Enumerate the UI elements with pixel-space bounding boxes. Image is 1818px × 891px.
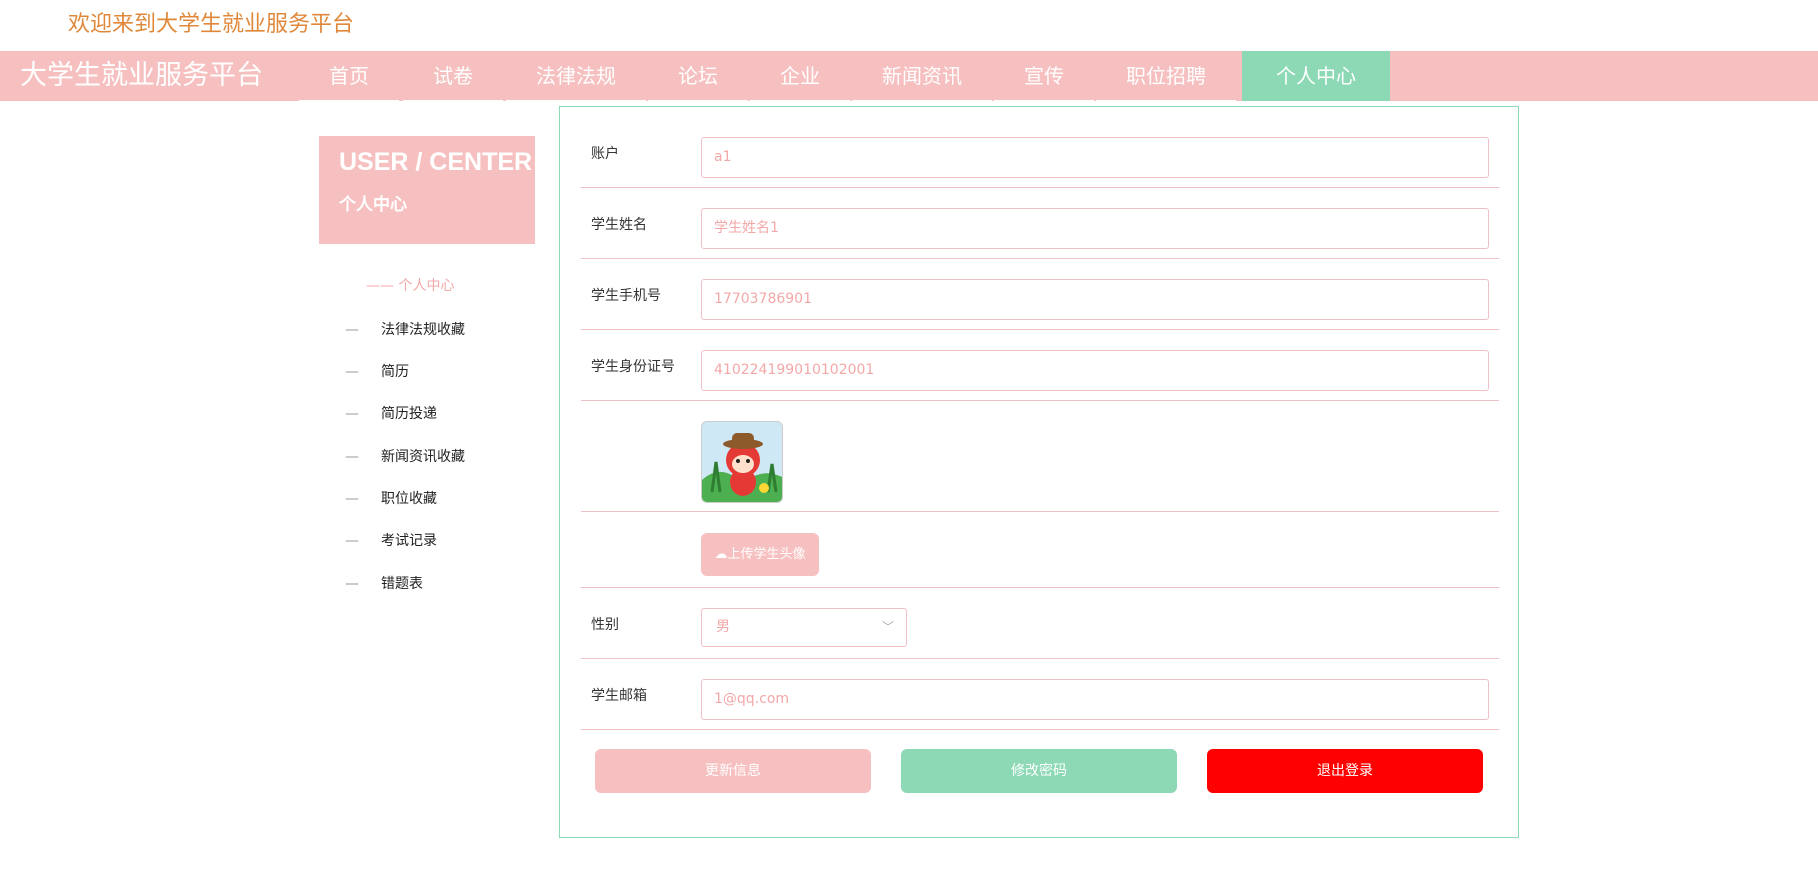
name-input[interactable]: 学生姓名1 bbox=[701, 208, 1489, 249]
email-input[interactable]: 1@qq.com bbox=[701, 679, 1489, 720]
dash-icon: — bbox=[345, 322, 359, 338]
form-row-idcard: 学生身份证号 410224199010102001 bbox=[581, 330, 1499, 401]
nav-underline bbox=[403, 100, 503, 101]
nav-underline bbox=[299, 100, 399, 101]
nav-underline bbox=[506, 100, 646, 101]
nav-jobs[interactable]: 职位招聘 bbox=[1096, 51, 1236, 101]
sidebar-item-label: 考试记录 bbox=[381, 533, 437, 549]
idcard-label: 学生身份证号 bbox=[591, 359, 675, 375]
sidebar-item-law-favorites[interactable]: — 法律法规收藏 bbox=[345, 319, 465, 339]
name-label: 学生姓名 bbox=[591, 217, 647, 233]
cloud-upload-icon: ☁ bbox=[714, 547, 728, 562]
sidebar-item-resume-delivery[interactable]: — 简历投递 bbox=[345, 403, 437, 423]
nav-law[interactable]: 法律法规 bbox=[506, 51, 646, 101]
welcome-text: 欢迎来到大学生就业服务平台 bbox=[68, 12, 355, 37]
nav-publicity[interactable]: 宣传 bbox=[994, 51, 1094, 101]
sidebar-title-en: USER / CENTER bbox=[339, 148, 533, 176]
dash-icon: — bbox=[345, 406, 359, 422]
form-row-gender: 性别 男 ﹀ bbox=[581, 588, 1499, 659]
nav-underline bbox=[994, 100, 1094, 101]
nav-forum[interactable]: 论坛 bbox=[648, 51, 748, 101]
form-row-phone: 学生手机号 17703786901 bbox=[581, 259, 1499, 330]
dash-icon: — bbox=[345, 364, 359, 380]
upload-avatar-button[interactable]: ☁上传学生头像 bbox=[701, 533, 819, 576]
phone-label: 学生手机号 bbox=[591, 288, 661, 304]
nav-exam[interactable]: 试卷 bbox=[403, 51, 503, 101]
nav-underline bbox=[648, 100, 748, 101]
gender-label: 性别 bbox=[591, 617, 619, 633]
change-password-button[interactable]: 修改密码 bbox=[901, 749, 1177, 793]
dash-icon: — bbox=[345, 491, 359, 507]
nav-news[interactable]: 新闻资讯 bbox=[852, 51, 992, 101]
chevron-down-icon: ﹀ bbox=[881, 620, 894, 634]
form-row-avatar bbox=[581, 401, 1499, 512]
nav-enterprise[interactable]: 企业 bbox=[750, 51, 850, 101]
form-row-email: 学生邮箱 1@qq.com bbox=[581, 659, 1499, 730]
dash-icon: — bbox=[345, 576, 359, 592]
brand-title: 大学生就业服务平台 bbox=[20, 60, 263, 91]
sidebar-current-item[interactable]: —— 个人中心 bbox=[366, 275, 454, 295]
email-label: 学生邮箱 bbox=[591, 688, 647, 704]
sidebar-item-wrong-questions[interactable]: — 错题表 bbox=[345, 573, 423, 593]
gender-value: 男 bbox=[716, 619, 730, 635]
form-row-upload: ☁上传学生头像 bbox=[581, 512, 1499, 588]
phone-input[interactable]: 17703786901 bbox=[701, 279, 1489, 320]
sidebar-item-label: 错题表 bbox=[381, 576, 423, 592]
account-label: 账户 bbox=[591, 146, 619, 162]
form-row-account: 账户 a1 bbox=[581, 107, 1499, 188]
update-info-button[interactable]: 更新信息 bbox=[595, 749, 871, 793]
nav-underline bbox=[852, 100, 992, 101]
sidebar-item-label: 法律法规收藏 bbox=[381, 322, 465, 338]
account-input[interactable]: a1 bbox=[701, 137, 1489, 178]
dash-icon: — bbox=[345, 533, 359, 549]
idcard-input[interactable]: 410224199010102001 bbox=[701, 350, 1489, 391]
nav-user-center[interactable]: 个人中心 bbox=[1242, 51, 1390, 101]
nav-underline bbox=[750, 100, 850, 101]
sidebar-item-label: 简历 bbox=[381, 364, 409, 380]
profile-form-panel: 账户 a1 学生姓名 学生姓名1 学生手机号 17703786901 学生身份证… bbox=[559, 106, 1519, 838]
avatar-image bbox=[702, 422, 782, 502]
logout-button[interactable]: 退出登录 bbox=[1207, 749, 1483, 793]
sidebar-item-job-favorites[interactable]: — 职位收藏 bbox=[345, 488, 437, 508]
sidebar-item-news-favorites[interactable]: — 新闻资讯收藏 bbox=[345, 446, 465, 466]
dash-icon: — bbox=[345, 449, 359, 465]
sidebar-item-label: 新闻资讯收藏 bbox=[381, 449, 465, 465]
gender-select[interactable]: 男 ﹀ bbox=[701, 608, 907, 647]
top-navbar: 大学生就业服务平台 首页 试卷 法律法规 论坛 企业 新闻资讯 宣传 职位招聘 … bbox=[0, 51, 1818, 101]
nav-home[interactable]: 首页 bbox=[299, 51, 399, 101]
avatar bbox=[701, 421, 783, 503]
sidebar-header: USER / CENTER 个人中心 bbox=[319, 136, 535, 244]
nav-underline bbox=[1096, 100, 1236, 101]
sidebar-title-cn: 个人中心 bbox=[339, 195, 407, 215]
upload-avatar-label: 上传学生头像 bbox=[727, 547, 806, 562]
sidebar-item-label: 职位收藏 bbox=[381, 491, 437, 507]
form-row-name: 学生姓名 学生姓名1 bbox=[581, 188, 1499, 259]
sidebar-item-exam-records[interactable]: — 考试记录 bbox=[345, 530, 437, 550]
sidebar-item-resume[interactable]: — 简历 bbox=[345, 361, 409, 381]
sidebar-item-label: 简历投递 bbox=[381, 406, 437, 422]
